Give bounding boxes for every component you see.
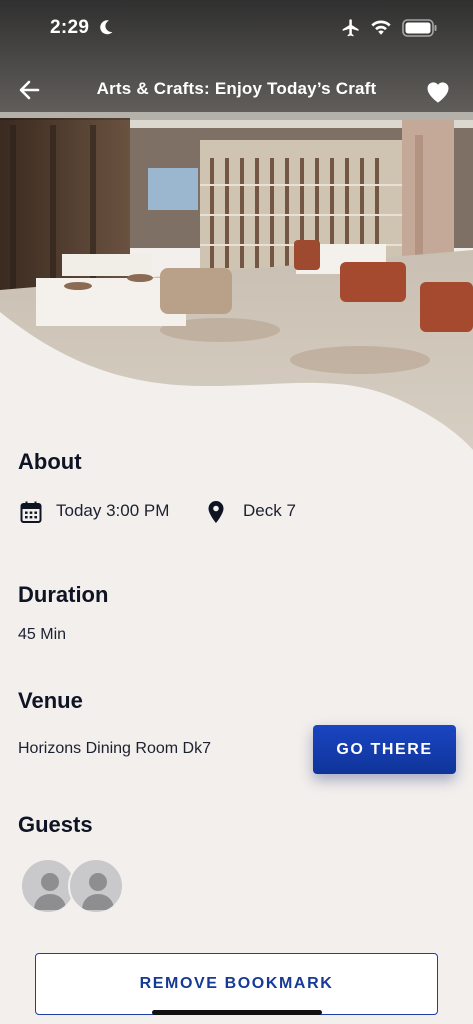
battery-icon xyxy=(402,19,437,37)
page-title: Arts & Crafts: Enjoy Today’s Craft xyxy=(96,79,377,98)
wifi-icon xyxy=(371,20,391,35)
status-time: 2:29 xyxy=(50,17,90,38)
nav-bar: Arts & Crafts: Enjoy Today’s Craft xyxy=(0,66,473,114)
remove-bookmark-button[interactable]: REMOVE BOOKMARK xyxy=(35,953,438,1015)
person-icon xyxy=(82,873,114,910)
favorite-button[interactable] xyxy=(424,78,452,104)
guest-avatar[interactable] xyxy=(68,858,124,914)
venue-heading: Venue xyxy=(18,688,83,713)
back-button[interactable] xyxy=(16,76,46,104)
event-datetime: Today 3:00 PM xyxy=(56,501,170,520)
heart-icon xyxy=(427,82,449,103)
event-location: Deck 7 xyxy=(243,501,296,520)
duration-heading: Duration xyxy=(18,582,109,607)
duration-value: 45 Min xyxy=(18,626,67,643)
hero-image: 2:29 Arts & Crafts: Enjoy Today’s Craft xyxy=(0,0,473,460)
airplane-icon xyxy=(342,19,359,37)
about-heading: About xyxy=(18,449,82,474)
moon-icon xyxy=(100,20,113,35)
back-arrow-icon xyxy=(19,80,40,100)
venue-name: Horizons Dining Room Dk7 xyxy=(18,740,211,757)
guests-heading: Guests xyxy=(18,812,93,837)
calendar-icon xyxy=(20,501,42,523)
home-indicator xyxy=(152,1010,322,1015)
status-bar: 2:29 xyxy=(0,0,473,56)
location-pin-icon xyxy=(208,501,224,523)
go-there-button[interactable]: GO THERE xyxy=(313,725,456,774)
